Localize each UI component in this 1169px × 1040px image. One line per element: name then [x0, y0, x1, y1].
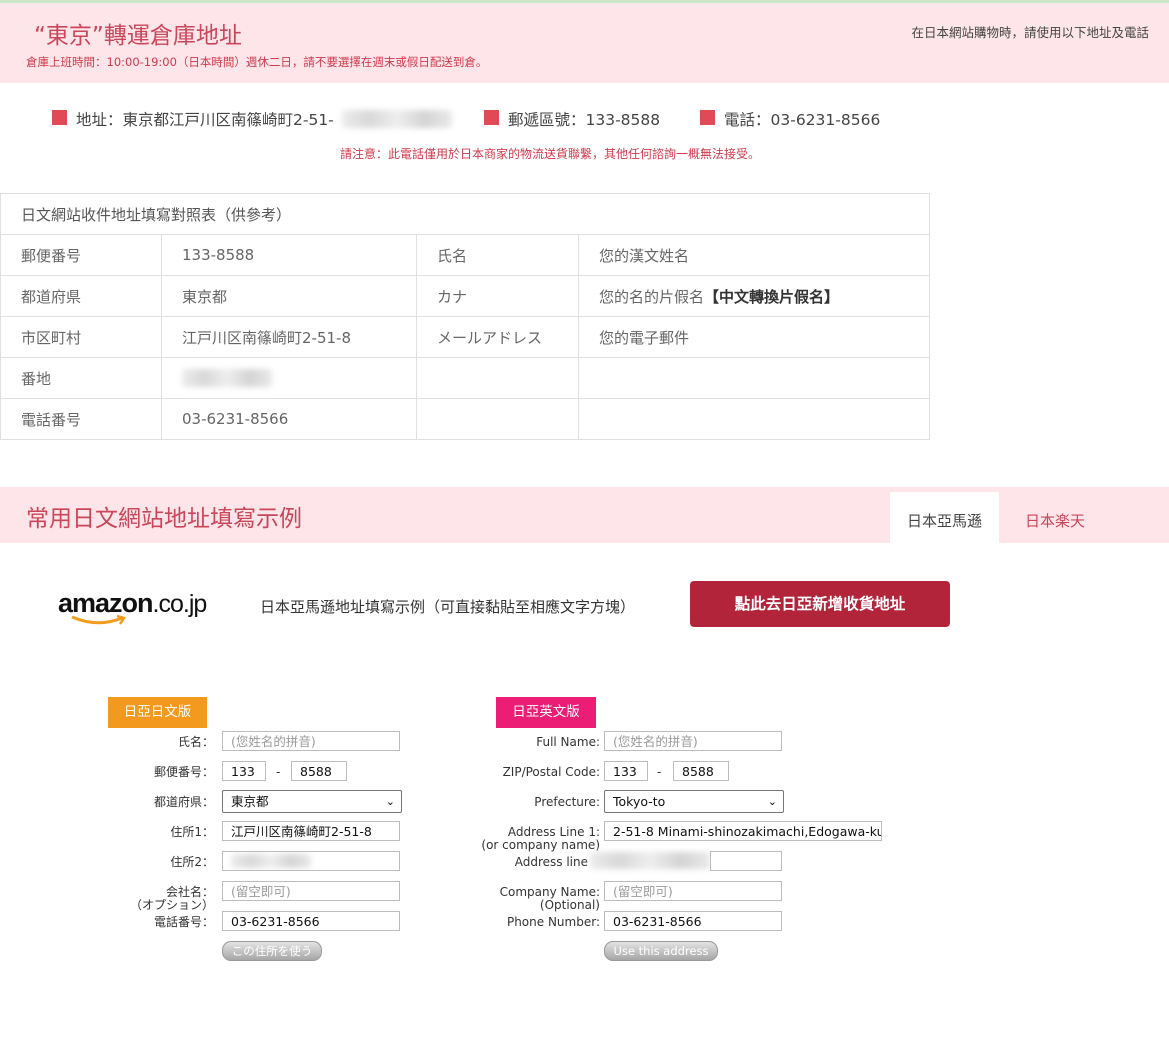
en-address1-sub-label: (or company name) [481, 838, 600, 852]
jp-zip-label: 郵便番号： [153, 765, 214, 779]
en-address1-field[interactable]: 2-51-8 Minami-shinozakimachi,Edogawa-ku, [604, 821, 882, 841]
jp-zip2-field[interactable]: 8588 [291, 761, 347, 781]
table-row: 市区町村 江戸川区南篠崎町2-51-8 メールアドレス 您的電子郵件 [0, 316, 930, 358]
table-row: 電話番号 03-6231-8566 [0, 398, 930, 440]
en-zip2-field[interactable]: 8588 [673, 761, 729, 781]
table-cell: 都道府県 [0, 275, 162, 317]
table-cell: 電話番号 [0, 398, 162, 440]
jp-use-address-button[interactable]: この住所を使う [222, 941, 322, 961]
jp-name-placeholder: (您姓名的拼音) [231, 734, 316, 749]
en-address2-label: Address line [514, 855, 588, 869]
table-caption-row: 日文網站收件地址填寫對照表（供參考） [0, 193, 930, 235]
tab-rakuten[interactable]: 日本楽天 [1004, 492, 1106, 543]
redacted-address [342, 110, 452, 128]
en-prefecture-value: Tokyo-to [613, 794, 666, 809]
amazon-smile-icon [71, 614, 126, 625]
warehouse-zip: 郵遞區號：133-8588 [508, 111, 661, 129]
business-hours: 倉庫上班時間：10:00-19:00（日本時間）週休二日，請不要選擇在週末或假日… [26, 55, 488, 69]
en-zip-dash: - [657, 765, 662, 779]
warehouse-phone: 電話：03-6231-8566 [724, 111, 881, 129]
table-cell: 133-8588 [161, 234, 417, 276]
jp-company-placeholder: (留空即可) [231, 884, 291, 899]
en-company-field[interactable]: (留空即可) [604, 881, 782, 901]
amazon-example-description: 日本亞馬遜地址填寫示例（可直接黏貼至相應文字方塊） [260, 598, 636, 616]
phone-warning: 請注意：此電話僅用於日本商家的物流送貨聯繫，其他任何諮詢一概無法接受。 [340, 147, 761, 161]
en-name-field[interactable]: (您姓名的拼音) [604, 731, 782, 751]
table-cell: 您的電子郵件 [578, 316, 930, 358]
table-cell [578, 357, 930, 399]
redacted-banchi [182, 369, 272, 387]
table-cell: 您的漢文姓名 [578, 234, 930, 276]
jp-zip-dash: - [276, 765, 281, 779]
jp-company-optional-label: （オプション） [129, 898, 214, 912]
table-cell: 東京都 [161, 275, 417, 317]
jp-address1-field[interactable]: 江戸川区南篠崎町2-51-8 [222, 821, 400, 841]
en-prefecture-select[interactable]: Tokyo-to ⌄ [604, 790, 784, 813]
jp-name-field[interactable]: (您姓名的拼音) [222, 731, 400, 751]
page-title: “東京”轉運倉庫地址 [34, 23, 242, 49]
jp-prefecture-value: 東京都 [231, 794, 269, 809]
jp-company-field[interactable]: (留空即可) [222, 881, 400, 901]
en-version-badge: 日亞英文版 [496, 697, 596, 728]
jp-version-badge: 日亞日文版 [108, 697, 207, 728]
en-phone-label: Phone Number: [506, 915, 600, 929]
kana-hint-bold: 【中文轉換片假名】 [704, 287, 840, 306]
examples-title: 常用日文網站地址填寫示例 [26, 506, 302, 532]
phone-marker-icon [700, 110, 715, 125]
en-company-placeholder: (留空即可) [613, 884, 673, 899]
table-cell: メールアドレス [416, 316, 579, 358]
table-cell [161, 357, 417, 399]
table-cell: カナ [416, 275, 579, 317]
table-caption: 日文網站收件地址填寫對照表（供參考） [0, 193, 930, 235]
en-phone-field[interactable]: 03-6231-8566 [604, 911, 782, 931]
redacted-address2-en [590, 852, 710, 869]
jp-zip1-field[interactable]: 133 [222, 761, 266, 781]
add-address-button[interactable]: 點此去日亞新增收貨地址 [690, 581, 950, 627]
address-marker-icon [52, 110, 67, 125]
chevron-down-icon: ⌄ [767, 795, 777, 808]
amazon-logo-suffix: .co.jp [152, 590, 208, 618]
en-prefecture-label: Prefecture: [534, 795, 600, 809]
zip-marker-icon [484, 110, 499, 125]
chevron-down-icon: ⌄ [385, 795, 395, 808]
table-cell: 03-6231-8566 [161, 398, 417, 440]
table-cell [578, 398, 930, 440]
warehouse-address: 地址：東京都江戸川区南篠崎町2-51- [76, 111, 334, 129]
table-cell: 江戸川区南篠崎町2-51-8 [161, 316, 417, 358]
table-row: 番地 [0, 357, 930, 399]
header-note: 在日本網站購物時，請使用以下地址及電話 [911, 25, 1149, 40]
jp-phone-label: 電話番号： [153, 915, 214, 929]
table-row: 都道府県 東京都 カナ 您的名的片假名【中文轉換片假名】 [0, 275, 930, 317]
jp-name-label: 氏名： [177, 735, 214, 749]
table-cell [416, 398, 579, 440]
address-reference-table: 日文網站收件地址填寫對照表（供參考） 郵便番号 133-8588 氏名 您的漢文… [0, 193, 930, 440]
jp-address1-label: 住所1： [170, 825, 214, 839]
table-cell: 氏名 [416, 234, 579, 276]
table-cell [416, 357, 579, 399]
jp-prefecture-label: 都道府県： [153, 795, 214, 809]
kana-hint: 您的名的片假名 [599, 287, 705, 306]
en-use-address-button[interactable]: Use this address [604, 941, 718, 961]
jp-address2-field[interactable] [222, 851, 400, 871]
redacted-address2 [231, 854, 311, 868]
table-cell: 番地 [0, 357, 162, 399]
en-zip1-field[interactable]: 133 [604, 761, 648, 781]
table-cell: 郵便番号 [0, 234, 162, 276]
table-cell: 您的名的片假名【中文轉換片假名】 [578, 275, 930, 317]
en-name-placeholder: (您姓名的拼音) [613, 734, 698, 749]
jp-phone-field[interactable]: 03-6231-8566 [222, 911, 400, 931]
en-name-label: Full Name: [536, 735, 600, 749]
table-cell: 市区町村 [0, 316, 162, 358]
en-zip-label: ZIP/Postal Code: [502, 765, 600, 779]
jp-prefecture-select[interactable]: 東京都 ⌄ [222, 790, 402, 813]
tab-amazon-japan[interactable]: 日本亞馬遜 [890, 492, 999, 543]
table-row: 郵便番号 133-8588 氏名 您的漢文姓名 [0, 234, 930, 276]
en-address2-field[interactable] [710, 851, 782, 871]
jp-address2-label: 住所2： [170, 855, 214, 869]
en-company-optional-label: (Optional) [539, 898, 600, 912]
